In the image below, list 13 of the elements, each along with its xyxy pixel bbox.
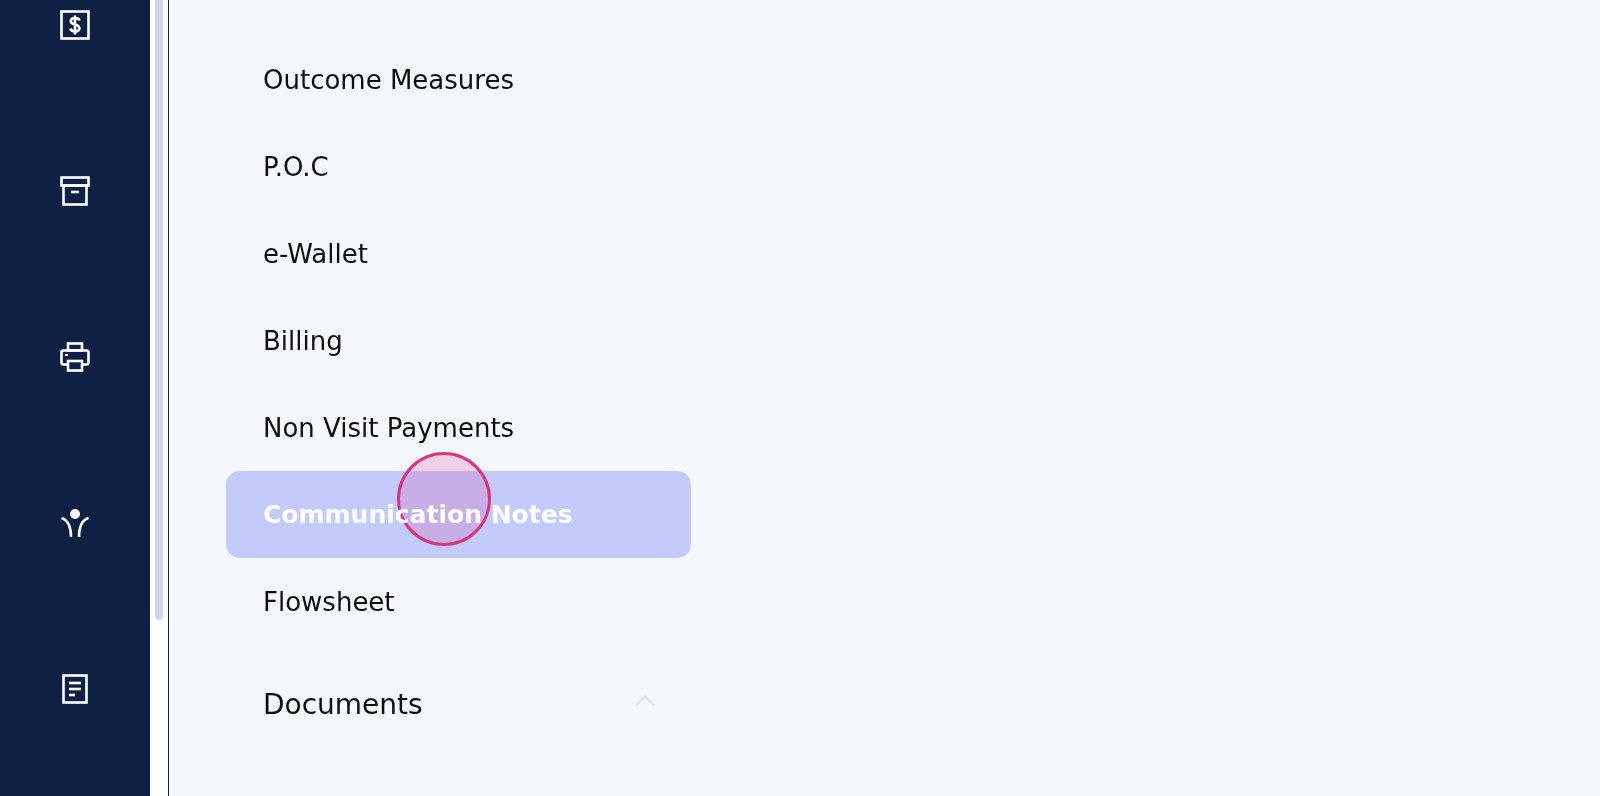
menu-item[interactable]: Non Visit Payments — [226, 384, 691, 471]
menu-item[interactable]: e-Wallet — [226, 210, 691, 297]
dollar-icon[interactable] — [60, 10, 90, 40]
menu-item[interactable]: Billing — [226, 297, 691, 384]
menu-item[interactable]: P.O.C — [226, 123, 691, 210]
document-icon[interactable] — [60, 674, 90, 704]
person-raised-arms-icon[interactable] — [60, 508, 90, 538]
archive-box-icon[interactable] — [60, 176, 90, 206]
menu-item[interactable]: Flowsheet — [226, 558, 691, 645]
documents-section-header[interactable]: Documents — [226, 661, 691, 748]
menu-item[interactable]: Outcome Measures — [226, 36, 691, 123]
scrollbar-thumb[interactable] — [155, 0, 163, 620]
printer-icon[interactable] — [60, 342, 90, 372]
